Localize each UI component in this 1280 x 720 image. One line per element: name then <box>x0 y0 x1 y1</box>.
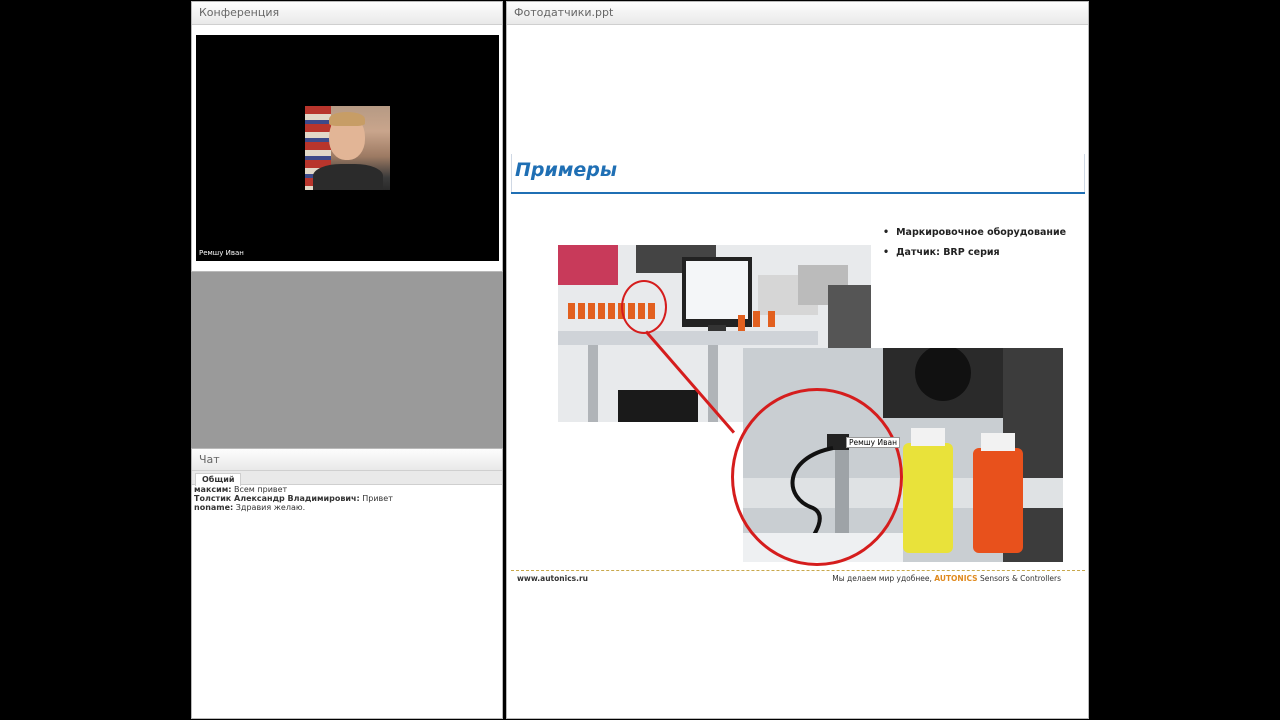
video-participant-name: Ремшу Иван <box>199 249 244 257</box>
chat-message-text: Привет <box>362 494 393 503</box>
chat-message-text: Здравия желаю. <box>235 503 306 512</box>
slide-bullet: Маркировочное оборудование <box>883 227 1066 238</box>
chat-message: Толстик Александр Владимирович: Привет <box>192 494 502 503</box>
chat-messages: максим: Всем привет Толстик Александр Вл… <box>192 485 502 512</box>
conference-header: Конференция <box>192 2 502 25</box>
slide-title-underline <box>511 192 1085 194</box>
chat-message: noname: Здравия желаю. <box>192 503 502 512</box>
slide-footer-url: www.autonics.ru <box>517 574 589 583</box>
conference-panel: Конференция Ремшу Иван <box>191 1 503 272</box>
chat-header: Чат <box>192 449 502 471</box>
presentation-header: Фотодатчики.ppt <box>507 2 1088 25</box>
chat-message-author: noname: <box>194 503 234 512</box>
slide-footer-tagline: Мы делаем мир удобнее, AUTONICS Sensors … <box>832 574 1061 583</box>
slide-footer-divider <box>511 570 1085 572</box>
chat-tab-general[interactable]: Общий <box>195 473 242 486</box>
chat-message-author: Толстик Александр Владимирович: <box>194 494 360 503</box>
footer-tagline-prefix: Мы делаем мир удобнее, <box>832 574 932 583</box>
conference-empty-area <box>191 272 503 448</box>
slide-bullet: Датчик: BRP серия <box>883 247 1000 258</box>
chat-panel: Чат Общий максим: Всем привет Толстик Ал… <box>191 448 503 719</box>
footer-tagline-suffix: Sensors & Controllers <box>979 574 1061 583</box>
chat-tab-bar: Общий <box>192 471 502 486</box>
chat-message-text: Всем привет <box>234 485 288 494</box>
chat-message: максим: Всем привет <box>192 485 502 494</box>
chat-message-author: максим: <box>194 485 232 494</box>
slide-title-border-left <box>511 154 512 194</box>
presenter-pointer-label: Ремшу Иван <box>846 437 901 448</box>
slide-heading: Примеры <box>515 159 618 181</box>
participant-video-image <box>305 106 390 190</box>
footer-brand-name: AUTONICS <box>934 574 978 583</box>
slide-title-border-right <box>1084 154 1085 194</box>
video-person-body <box>313 164 383 190</box>
presentation-panel: Фотодатчики.ppt Примеры Маркировочное об… <box>506 1 1089 719</box>
video-feed[interactable]: Ремшу Иван <box>196 35 499 261</box>
highlight-circle-large <box>731 388 903 566</box>
highlight-circle-small <box>621 280 667 334</box>
video-person-hair <box>329 112 365 126</box>
slide: Примеры Маркировочное оборудование Датчи… <box>511 154 1085 586</box>
